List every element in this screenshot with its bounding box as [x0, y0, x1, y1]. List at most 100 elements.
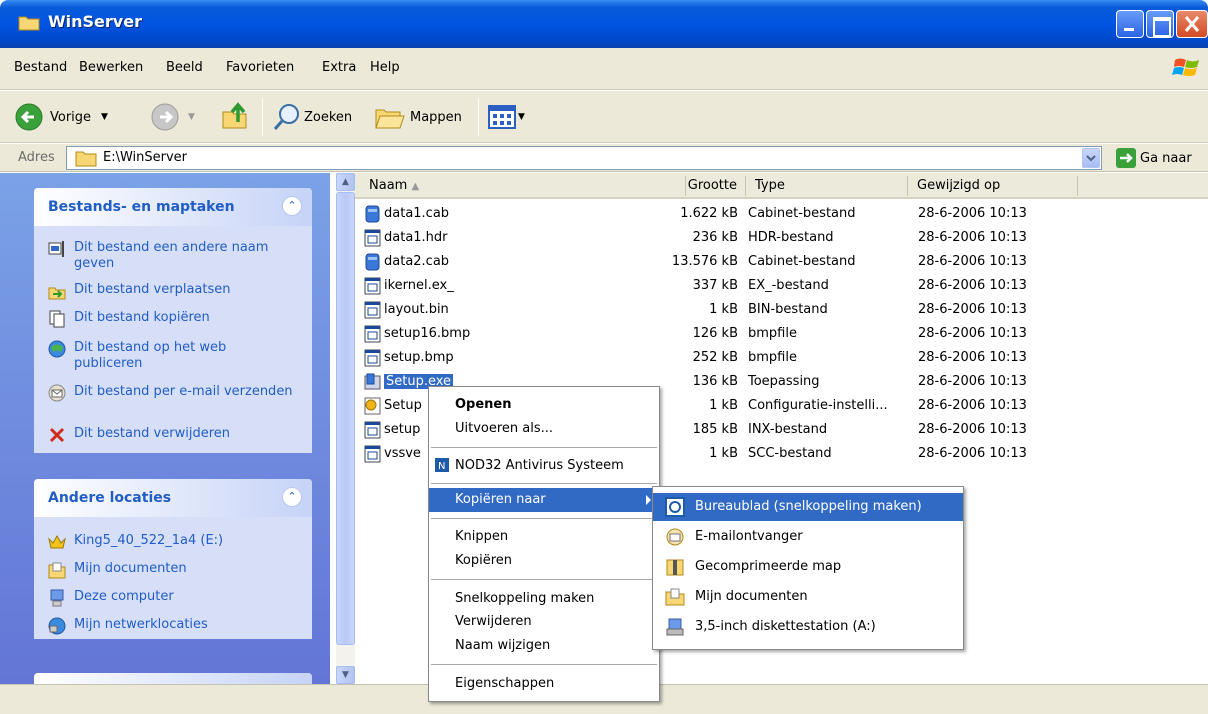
menu-send-to[interactable]: Kopiëren naar [429, 488, 659, 512]
column-name[interactable]: Naam ▲ [369, 178, 419, 193]
file-name: setup.bmp [384, 350, 454, 365]
rename-icon [48, 241, 64, 257]
file-size: 252 kB [692, 350, 738, 365]
menu-run-as[interactable]: Uitvoeren als... [429, 417, 659, 441]
file-modified: 28-6-2006 10:13 [918, 350, 1027, 365]
location-network[interactable]: Mijn netwerklocaties [48, 617, 294, 635]
scroll-thumb[interactable] [336, 192, 355, 645]
maximize-button[interactable] [1146, 10, 1174, 38]
menu-copy[interactable]: Kopiëren [429, 549, 659, 573]
menu-bar: Bestand Bewerken Beeld Favorieten Extra … [0, 48, 1208, 90]
other-locations-header[interactable]: Andere locaties ⌃ [34, 479, 312, 517]
scroll-down-icon[interactable]: ▼ [336, 666, 355, 684]
sendto-my-documents[interactable]: Mijn documenten [653, 583, 963, 611]
task-move[interactable]: Dit bestand verplaatsen [48, 282, 294, 300]
collapse-icon[interactable]: ⌃ [282, 196, 302, 216]
file-icon [364, 229, 381, 247]
floppy-icon [666, 618, 684, 636]
details-header[interactable] [34, 673, 312, 684]
scroll-up-icon[interactable]: ▲ [336, 173, 355, 191]
menu-cut[interactable]: Knippen [429, 525, 659, 549]
task-copy[interactable]: Dit bestand kopiëren [48, 310, 294, 328]
left-pane-scrollbar[interactable]: ▲ ▼ [336, 173, 355, 684]
sendto-mail-recipient[interactable]: E-mailontvanger [653, 523, 963, 551]
column-modified[interactable]: Gewijzigd op [917, 178, 1000, 193]
collapse-icon[interactable]: ⌃ [282, 487, 302, 507]
table-row[interactable]: layout.bin 1 kB BIN-bestand 28-6-2006 10:13 [358, 299, 1078, 322]
file-name: Setup [384, 398, 422, 413]
menu-bewerken[interactable]: Bewerken [79, 60, 143, 75]
sendto-floppy[interactable]: 3,5-inch diskettestation (A:) [653, 613, 963, 641]
file-modified: 28-6-2006 10:13 [918, 254, 1027, 269]
file-size: 185 kB [692, 422, 738, 437]
menu-create-shortcut[interactable]: Snelkoppeling maken [429, 587, 659, 611]
menu-rename[interactable]: Naam wijzigen [429, 634, 659, 658]
menu-help[interactable]: Help [370, 60, 400, 75]
views-button[interactable]: ▼ [488, 104, 525, 130]
file-size: 236 kB [692, 230, 738, 245]
file-type: bmpfile [748, 350, 797, 365]
table-row[interactable]: setup16.bmp 126 kB bmpfile 28-6-2006 10:13 [358, 323, 1078, 346]
location-my-documents[interactable]: Mijn documenten [48, 561, 294, 579]
task-publish-web[interactable]: Dit bestand op het web publiceren [48, 340, 294, 372]
table-row[interactable]: data2.cab 13.576 kB Cabinet-bestand 28-6-20… [358, 251, 1078, 274]
drive-icon [48, 534, 66, 549]
column-type[interactable]: Type [755, 178, 785, 193]
address-dropdown-button[interactable] [1082, 148, 1100, 168]
back-dropdown-icon[interactable]: ▼ [101, 112, 108, 122]
menu-open[interactable]: Openen [429, 393, 659, 417]
file-name: setup16.bmp [384, 326, 471, 341]
table-row[interactable]: ikernel.ex_ 337 kB EX_-bestand 28-6-2006 10… [358, 275, 1078, 298]
forward-dropdown-icon[interactable]: ▼ [188, 112, 195, 122]
file-modified: 28-6-2006 10:13 [918, 230, 1027, 245]
file-type: Cabinet-bestand [748, 206, 856, 221]
file-name: layout.bin [384, 302, 449, 317]
back-button[interactable]: Vorige ▼ [14, 102, 108, 132]
forward-button[interactable]: ▼ [150, 102, 195, 132]
menu-properties[interactable]: Eigenschappen [429, 672, 659, 696]
go-button[interactable]: Ga naar [1140, 151, 1192, 166]
sendto-zip-folder[interactable]: Gecomprimeerde map [653, 553, 963, 581]
file-modified: 28-6-2006 10:13 [918, 206, 1027, 221]
views-dropdown-icon[interactable]: ▼ [518, 112, 525, 122]
task-delete[interactable]: Dit bestand verwijderen [48, 426, 294, 444]
folder-icon [75, 151, 97, 167]
folders-button[interactable]: Mappen [374, 102, 462, 132]
file-type: INX-bestand [748, 422, 828, 437]
search-button[interactable]: Zoeken [272, 102, 352, 132]
folder-icon [18, 16, 40, 31]
my-documents-icon [48, 562, 66, 579]
column-size[interactable]: Grootte [681, 178, 737, 193]
table-row[interactable]: setup.bmp 252 kB bmpfile 28-6-2006 10:13 [358, 347, 1078, 370]
location-drive[interactable]: King5_40_522_1a4 (E:) [48, 533, 294, 551]
menu-antivirus[interactable]: N NOD32 Antivirus Systeem [429, 454, 659, 478]
minimize-button[interactable] [1116, 10, 1144, 38]
file-name: data1.hdr [384, 230, 448, 245]
go-arrow-icon[interactable] [1116, 148, 1136, 168]
title-bar[interactable]: WinServer [0, 0, 1208, 48]
close-button[interactable] [1176, 10, 1208, 38]
task-rename[interactable]: Dit bestand een andere naam geven [48, 240, 294, 272]
table-row[interactable]: data1.hdr 236 kB HDR-bestand 28-6-2006 10:1… [358, 227, 1078, 250]
menu-bestand[interactable]: Bestand [14, 60, 67, 75]
menu-beeld[interactable]: Beeld [166, 60, 203, 75]
address-input[interactable]: E:\WinServer [66, 146, 1102, 170]
up-folder-button[interactable] [220, 100, 252, 132]
file-tasks-header[interactable]: Bestands- en maptaken ⌃ [34, 188, 312, 226]
table-row[interactable]: data1.cab 1.622 kB Cabinet-bestand 28-6-200… [358, 203, 1078, 226]
file-size: 126 kB [692, 326, 738, 341]
file-size: 1 kB [709, 446, 738, 461]
computer-icon [50, 589, 64, 607]
menu-extra[interactable]: Extra [322, 60, 356, 75]
file-modified: 28-6-2006 10:13 [918, 446, 1027, 461]
location-computer[interactable]: Deze computer [48, 589, 294, 607]
file-size: 1 kB [709, 398, 738, 413]
search-icon [273, 104, 299, 130]
forward-arrow-icon [151, 103, 179, 131]
menu-favorieten[interactable]: Favorieten [226, 60, 294, 75]
task-email[interactable]: Dit bestand per e-mail verzenden [48, 384, 294, 402]
toolbar-separator [262, 98, 263, 136]
sendto-desktop[interactable]: Bureaublad (snelkoppeling maken) [653, 493, 963, 521]
svg-text:N: N [438, 461, 445, 472]
menu-delete[interactable]: Verwijderen [429, 610, 659, 634]
